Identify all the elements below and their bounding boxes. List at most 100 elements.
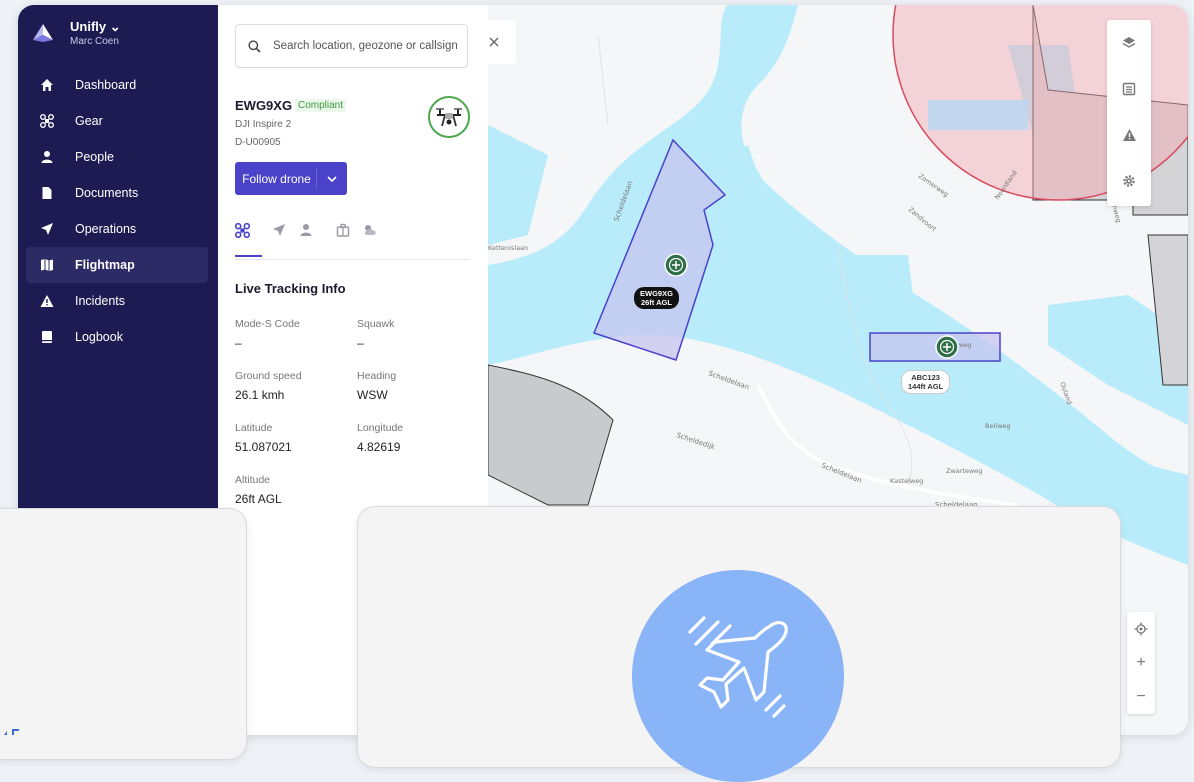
street-label: Scheldelaan bbox=[707, 369, 750, 391]
street-label: Zwarteweg bbox=[946, 467, 982, 475]
warnings-button[interactable] bbox=[1107, 112, 1151, 158]
field-mode-s: Mode-S Code – bbox=[235, 318, 300, 350]
street-label: Zomerweg bbox=[917, 172, 950, 199]
warning-icon bbox=[1122, 129, 1136, 141]
field-label: Mode-S Code bbox=[235, 318, 300, 330]
gear-icon bbox=[1123, 175, 1135, 187]
dock-water bbox=[488, 125, 548, 245]
marker-callsign: ABC123 bbox=[911, 373, 940, 382]
marker-altitude: 144ft AGL bbox=[908, 382, 944, 391]
marker-callsign: EWG9XG bbox=[640, 289, 673, 298]
sidebar-item-operations[interactable]: Operations bbox=[18, 211, 218, 247]
case-icon bbox=[336, 223, 350, 237]
field-value: WSW bbox=[357, 388, 388, 402]
tab-weather[interactable] bbox=[363, 223, 390, 255]
sidebar-item-label: Gear bbox=[75, 114, 103, 128]
field-value: 26.1 kmh bbox=[235, 388, 285, 402]
follow-drone-button[interactable]: Follow drone bbox=[235, 162, 347, 195]
warning-icon bbox=[40, 294, 54, 308]
chevron-down-icon[interactable] bbox=[317, 162, 347, 195]
field-label: Squawk bbox=[357, 318, 395, 330]
sidebar-item-label: People bbox=[75, 150, 114, 164]
home-icon bbox=[40, 78, 54, 92]
sidebar-item-people[interactable]: People bbox=[18, 139, 218, 175]
drone-marker-ewg9xg[interactable] bbox=[664, 253, 688, 277]
industrial-area bbox=[488, 364, 614, 506]
tab-spacer bbox=[326, 223, 336, 259]
send-icon bbox=[40, 222, 54, 236]
field-value: – bbox=[357, 336, 364, 350]
brand[interactable]: Unifly ⌄ Marc Coen bbox=[32, 19, 121, 47]
field-squawk: Squawk – bbox=[357, 318, 394, 350]
send-icon bbox=[273, 224, 285, 236]
book-icon bbox=[40, 330, 54, 344]
close-panel-button[interactable] bbox=[472, 20, 516, 64]
drone-marker-abc123[interactable] bbox=[935, 335, 959, 359]
field-label: Heading bbox=[357, 370, 397, 382]
marker-label-abc123: ABC123 144ft AGL bbox=[901, 370, 951, 394]
street-label: Kastelweg bbox=[890, 477, 923, 485]
follow-drone-label: Follow drone bbox=[242, 171, 311, 186]
field-label: Latitude bbox=[235, 422, 273, 434]
layers-button[interactable] bbox=[1107, 20, 1151, 66]
sidebar-item-documents[interactable]: Documents bbox=[18, 175, 218, 211]
field-latitude: Latitude 51.087021 bbox=[235, 422, 292, 454]
sidebar-item-dashboard[interactable]: Dashboard bbox=[18, 67, 218, 103]
sidebar-item-label: Logbook bbox=[75, 330, 123, 344]
drone-callsign: EWG9XG bbox=[235, 98, 293, 113]
tab-pilot[interactable] bbox=[299, 223, 326, 255]
weather-icon bbox=[364, 225, 376, 235]
close-icon bbox=[489, 37, 499, 47]
marker-label-ewg9xg: EWG9XG 26ft AGL bbox=[634, 287, 679, 309]
search-box[interactable] bbox=[235, 24, 468, 68]
drone-photo-icon bbox=[436, 108, 462, 127]
flight-zone-abc123 bbox=[869, 332, 1001, 362]
street-label: Beliweg bbox=[985, 422, 1011, 430]
locate-icon bbox=[1134, 622, 1148, 636]
sidebar-item-gear[interactable]: Gear bbox=[18, 103, 218, 139]
map-controls bbox=[1107, 20, 1151, 206]
field-longitude: Longitude 4.82619 bbox=[357, 422, 403, 454]
field-label: Ground speed bbox=[235, 370, 302, 382]
list-button[interactable] bbox=[1107, 66, 1151, 112]
drone-registration: D-U00905 bbox=[235, 137, 281, 148]
person-icon bbox=[300, 224, 312, 236]
sidebar-item-flightmap[interactable]: Flightmap bbox=[26, 247, 208, 283]
sidebar-item-label: Dashboard bbox=[75, 78, 137, 92]
street-label: Kettenislaan bbox=[488, 244, 528, 252]
sidebar-item-label: Operations bbox=[75, 222, 137, 236]
field-heading: Heading WSW bbox=[357, 370, 396, 402]
sidebar-item-label: Flightmap bbox=[75, 258, 135, 272]
field-value: 4.82619 bbox=[357, 440, 401, 454]
drone-model: DJI Inspire 2 bbox=[235, 119, 292, 130]
tab-documents[interactable] bbox=[336, 223, 363, 255]
overlay-card-left bbox=[0, 508, 247, 760]
org-name: Unifly ⌄ bbox=[70, 19, 121, 34]
drone-icon bbox=[40, 114, 54, 128]
tab-operation[interactable] bbox=[272, 223, 299, 255]
blue-zone bbox=[928, 100, 1028, 130]
zoom-controls: + − bbox=[1127, 612, 1155, 714]
zoom-out-button[interactable]: − bbox=[1127, 680, 1155, 714]
person-icon bbox=[40, 150, 54, 164]
marker-altitude: 26ft AGL bbox=[640, 298, 672, 307]
sidebar-item-incidents[interactable]: Incidents bbox=[18, 283, 218, 319]
search-input[interactable] bbox=[271, 39, 465, 53]
live-tracking-title: Live Tracking Info bbox=[235, 281, 346, 296]
field-value: 26ft AGL bbox=[235, 492, 282, 506]
status-badge: Compliant bbox=[295, 99, 347, 112]
brand-text: Unifly ⌄ Marc Coen bbox=[70, 19, 121, 47]
sidebar-item-label: Documents bbox=[75, 186, 139, 200]
map-icon bbox=[40, 258, 54, 272]
user-name: Marc Coen bbox=[70, 36, 119, 47]
sidebar-item-logbook[interactable]: Logbook bbox=[18, 319, 218, 355]
field-label: Longitude bbox=[357, 422, 404, 434]
street-label: Zandvoort bbox=[907, 205, 938, 233]
field-label: Altitude bbox=[235, 474, 271, 486]
unifly-logo-icon bbox=[33, 24, 53, 42]
sidebar-nav: Dashboard Gear People Documents Operatio… bbox=[18, 67, 218, 355]
tab-drone[interactable] bbox=[235, 223, 262, 257]
settings-button[interactable] bbox=[1107, 158, 1151, 204]
locate-button[interactable] bbox=[1127, 612, 1155, 646]
zoom-in-button[interactable]: + bbox=[1127, 646, 1155, 680]
